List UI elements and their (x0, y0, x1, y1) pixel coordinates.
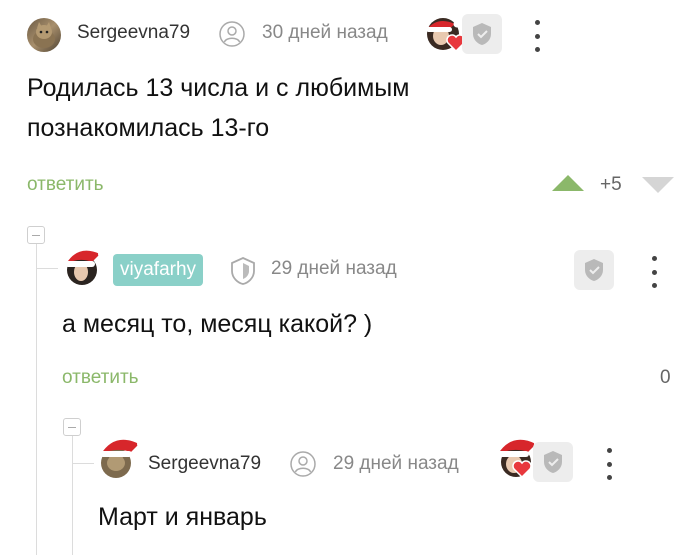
rating-count: 0 (660, 367, 671, 388)
comment-text: а месяц то, месяц какой? ) (62, 304, 372, 344)
comment-time: 29 дней назад (333, 453, 459, 474)
user-icon (290, 451, 316, 477)
comment-time: 30 дней назад (262, 22, 388, 43)
more-vertical-icon[interactable] (532, 20, 542, 52)
shield-icon (231, 257, 255, 285)
comment-text-line: а месяц то, месяц какой? ) (62, 310, 373, 338)
avatar[interactable] (27, 18, 61, 52)
downvote-button[interactable] (641, 176, 675, 199)
upvote-icon (552, 175, 584, 191)
santa-hat-icon (100, 439, 145, 478)
author-badge-username[interactable]: viyafarhy (113, 254, 204, 286)
shield-button[interactable] (574, 250, 614, 290)
comment-username[interactable]: Sergeevna79 (77, 22, 190, 44)
collapse-icon[interactable] (63, 418, 81, 436)
shield-icon (473, 23, 491, 45)
avatar-cat-image (33, 22, 55, 48)
user-profile-icon[interactable] (290, 451, 316, 482)
award-avatar[interactable] (424, 14, 466, 52)
reply-button[interactable]: ответить (62, 367, 139, 389)
shield-button[interactable] (533, 442, 573, 482)
shield-icon (585, 259, 603, 281)
user-profile-icon[interactable] (219, 21, 245, 52)
more-vertical-icon[interactable] (604, 448, 614, 480)
rating-count: +5 (600, 174, 622, 195)
heart-icon (512, 460, 532, 478)
more-vertical-icon[interactable] (649, 256, 659, 288)
santa-hat-icon (65, 250, 106, 285)
comment-text-line: познакомилась 13-го (27, 114, 270, 142)
comment-text-line: Март и январь (98, 503, 267, 531)
thread-line (36, 232, 37, 555)
comment-text: Родилась 13 числа и с любимым познакомил… (27, 68, 409, 148)
thread-line (72, 432, 73, 555)
shield-button[interactable] (462, 14, 502, 54)
upvote-button[interactable] (551, 174, 585, 197)
collapse-icon[interactable] (27, 226, 45, 244)
shield-badge[interactable] (229, 256, 257, 291)
thread-hook (36, 268, 58, 269)
comment-text-line: Родилась 13 числа и с любимым (27, 74, 410, 102)
comment-text: Март и январь (98, 497, 267, 537)
shield-icon (544, 451, 562, 473)
avatar[interactable] (97, 432, 147, 480)
thread-hook (72, 463, 94, 464)
downvote-icon (642, 177, 674, 193)
comment-username[interactable]: Sergeevna79 (148, 453, 261, 475)
avatar[interactable] (62, 242, 108, 288)
comment-time: 29 дней назад (271, 258, 397, 279)
reply-button[interactable]: ответить (27, 174, 104, 196)
user-icon (219, 21, 245, 47)
